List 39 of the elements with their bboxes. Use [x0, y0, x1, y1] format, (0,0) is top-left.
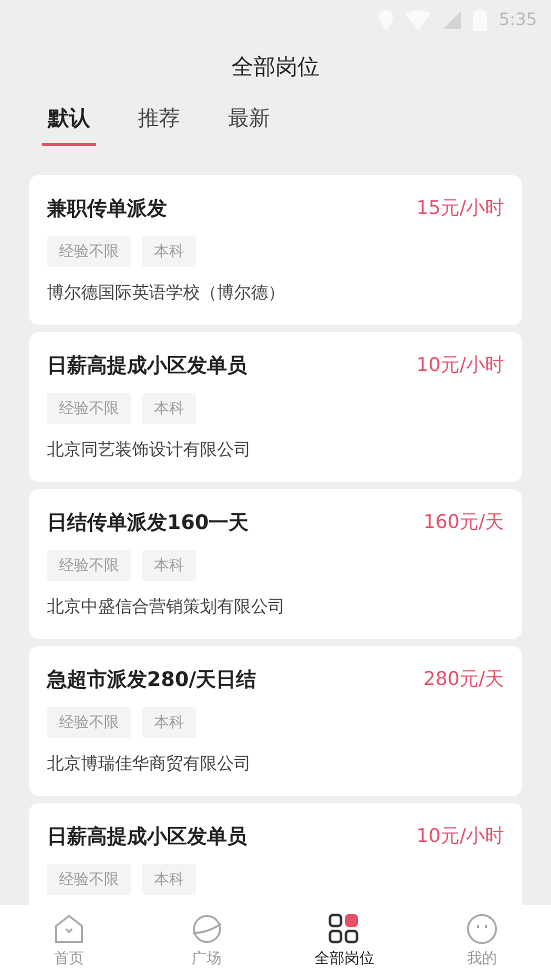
job-tag: 本科 — [142, 707, 196, 738]
grid-icon — [328, 913, 360, 945]
job-tag: 本科 — [142, 236, 196, 267]
job-pay: 10元/小时 — [416, 824, 504, 849]
job-card[interactable]: 日结传单派发160一天 160元/天 经验不限 本科 北京中盛信合营销策划有限公司 — [29, 489, 522, 639]
job-pay: 280元/天 — [423, 667, 504, 692]
job-card[interactable]: 急超市派发280/天日结 280元/天 经验不限 本科 北京博瑞佳华商贸有限公司 — [29, 646, 522, 796]
job-tag: 经验不限 — [47, 236, 131, 267]
job-tag: 经验不限 — [47, 393, 131, 424]
job-pay: 15元/小时 — [416, 196, 504, 221]
tab[interactable]: 推荐 — [132, 100, 186, 146]
tab[interactable]: 最新 — [222, 100, 276, 146]
face-icon — [466, 913, 498, 945]
job-tag: 本科 — [142, 864, 196, 895]
job-tag: 经验不限 — [47, 864, 131, 895]
company-name: 北京博瑞佳华商贸有限公司 — [47, 753, 252, 775]
tab[interactable]: 默认 — [42, 100, 96, 146]
job-pay: 160元/天 — [423, 510, 504, 535]
job-title: 日薪高提成小区发单员 — [47, 822, 247, 850]
job-card[interactable]: 兼职传单派发 15元/小时 经验不限 本科 博尔德国际英语学校（博尔德） — [29, 175, 522, 325]
company-name: 北京同艺装饰设计有限公司 — [47, 439, 252, 461]
page-title: 全部岗位 — [230, 54, 320, 82]
job-title: 日薪高提成小区发单员 — [47, 352, 247, 378]
job-tag: 经验不限 — [47, 707, 131, 738]
job-pay: 10元/小时 — [416, 353, 504, 378]
planet-icon — [190, 913, 223, 945]
nav-item[interactable]: 全部岗位 — [276, 905, 414, 979]
company-name: 博尔德国际英语学校（博尔德） — [47, 282, 286, 304]
job-tag: 本科 — [142, 393, 196, 424]
job-title: 兼职传单派发 — [47, 194, 167, 222]
signal-icon — [442, 11, 461, 29]
company-name: 北京中盛信合营销策划有限公司 — [47, 596, 286, 618]
job-title: 急超市派发280/天日结 — [47, 666, 256, 692]
job-card[interactable]: 日薪高提成小区发单员 10元/小时 经验不限 本科 — [29, 803, 522, 905]
home-icon — [52, 913, 85, 945]
job-tag: 经验不限 — [47, 550, 131, 581]
job-tag: 本科 — [142, 550, 196, 581]
job-title: 日结传单派发160一天 — [47, 508, 249, 536]
job-card[interactable]: 日薪高提成小区发单员 10元/小时 经验不限 本科 北京同艺装饰设计有限公司 — [29, 332, 522, 482]
